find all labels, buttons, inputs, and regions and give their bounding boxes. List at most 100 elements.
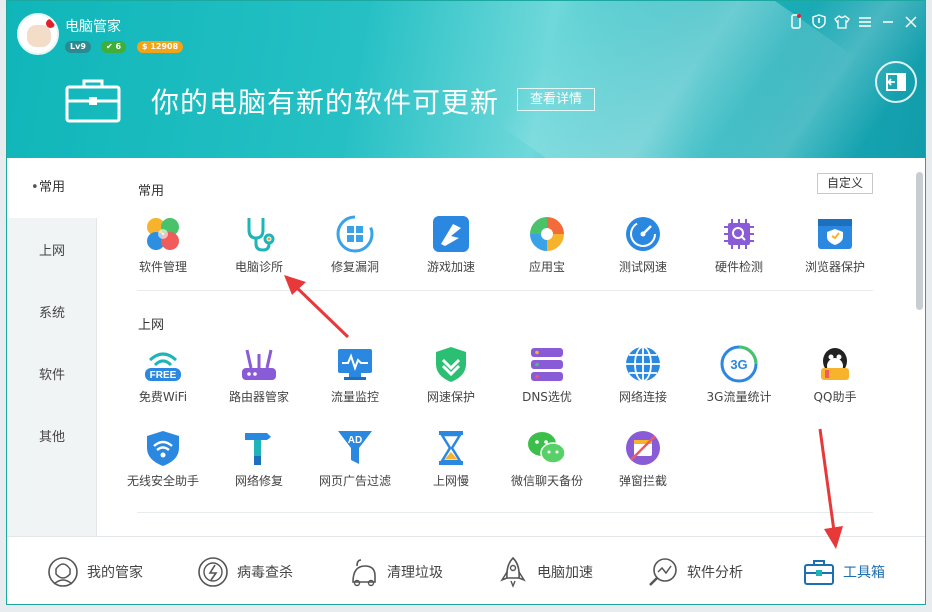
section-title-internet: 上网 bbox=[138, 318, 165, 333]
tool-label: 3G流量统计 bbox=[706, 390, 772, 404]
tool-label: 应用宝 bbox=[528, 260, 565, 274]
tool-network-connect[interactable]: 网络连接 bbox=[595, 344, 691, 414]
tool-label: QQ助手 bbox=[813, 390, 857, 404]
nav-label: 电脑加速 bbox=[537, 565, 593, 581]
tool-free-wifi[interactable]: FREE 免费WiFi bbox=[115, 344, 211, 414]
stethoscope-icon bbox=[247, 218, 275, 252]
3g-icon: 3G bbox=[720, 345, 758, 383]
tool-speed-test[interactable]: 测试网速 bbox=[595, 214, 691, 284]
tool-router-manager[interactable]: 路由器管家 bbox=[211, 344, 307, 414]
sidebar-item-software[interactable]: 软件 bbox=[7, 346, 97, 406]
chip-icon bbox=[724, 219, 754, 249]
tool-app-store[interactable]: 应用宝 bbox=[499, 214, 595, 284]
shield-icon[interactable] bbox=[810, 13, 827, 30]
tool-label: 浏览器保护 bbox=[804, 260, 865, 274]
free-wifi-icon: FREE bbox=[145, 352, 181, 381]
tool-label: 硬件检测 bbox=[714, 260, 763, 274]
tool-game-boost[interactable]: 游戏加速 bbox=[403, 214, 499, 284]
nav-virus-scan[interactable]: 病毒查杀 bbox=[197, 537, 293, 604]
avatar[interactable] bbox=[17, 13, 59, 55]
tool-popup-block[interactable]: 弹窗拦截 bbox=[595, 428, 691, 498]
main-window: 电脑管家 Lv9 ✔ 6 $ 12908 你的电脑有新的软件可更新 查看详情 •… bbox=[6, 0, 926, 605]
view-details-button[interactable]: 查看详情 bbox=[517, 88, 596, 111]
tool-label: 网络连接 bbox=[618, 390, 667, 404]
tool-fix-vulnerability[interactable]: 修复漏洞 bbox=[307, 214, 403, 284]
tool-ad-filter[interactable]: AD 网页广告过滤 bbox=[307, 428, 403, 498]
customize-button[interactable]: 自定义 bbox=[817, 173, 873, 194]
tool-label: 网络修复 bbox=[234, 474, 283, 488]
section-title-common: 常用 bbox=[138, 184, 165, 199]
tool-network-repair[interactable]: 网络修复 bbox=[211, 428, 307, 498]
sidebar-item-system[interactable]: 系统 bbox=[7, 284, 97, 344]
tool-speed-protect[interactable]: 网速保护 bbox=[403, 344, 499, 414]
tool-label: 上网慢 bbox=[432, 474, 469, 488]
free-tag: FREE bbox=[150, 370, 177, 381]
tool-browser-protect[interactable]: 浏览器保护 bbox=[787, 214, 883, 284]
avatar-face bbox=[27, 25, 51, 47]
tool-label: 弹窗拦截 bbox=[618, 474, 667, 488]
tool-wechat-backup[interactable]: 微信聊天备份 bbox=[499, 428, 595, 498]
tool-label: 微信聊天备份 bbox=[510, 474, 583, 488]
tool-pc-clinic[interactable]: 电脑诊所 bbox=[211, 214, 307, 284]
window-controls bbox=[787, 13, 919, 30]
game-boost-icon bbox=[433, 216, 469, 252]
tool-label: 修复漏洞 bbox=[330, 260, 379, 274]
tool-traffic-monitor[interactable]: 流量监控 bbox=[307, 344, 403, 414]
tool-dns-optimize[interactable]: DNS选优 bbox=[499, 344, 595, 414]
monitor-icon bbox=[338, 349, 372, 380]
rocket-icon bbox=[500, 556, 526, 588]
nav-label: 工具箱 bbox=[843, 565, 885, 581]
tool-3g-traffic[interactable]: 3G 3G流量统计 bbox=[691, 344, 787, 414]
tool-label: 免费WiFi bbox=[138, 390, 188, 404]
exit-button[interactable] bbox=[875, 61, 917, 103]
tool-slow-internet[interactable]: 上网慢 bbox=[403, 428, 499, 498]
nav-label: 病毒查杀 bbox=[237, 565, 293, 581]
tool-label: DNS选优 bbox=[522, 390, 572, 404]
qq-icon bbox=[821, 348, 849, 380]
scrollbar[interactable] bbox=[916, 172, 923, 310]
shirt-icon[interactable] bbox=[833, 13, 850, 30]
nav-toolbox[interactable]: 工具箱 bbox=[803, 537, 885, 604]
browser-shield-icon bbox=[818, 219, 852, 249]
analysis-icon bbox=[649, 558, 677, 586]
phone-icon[interactable] bbox=[787, 13, 804, 30]
nav-pc-speedup[interactable]: 电脑加速 bbox=[497, 537, 593, 604]
tool-software-manager[interactable]: 软件管理 bbox=[115, 214, 211, 284]
nav-clean-junk[interactable]: 清理垃圾 bbox=[347, 537, 443, 604]
coin-badge[interactable]: $ 12908 bbox=[137, 41, 184, 53]
tool-label: 网速保护 bbox=[426, 390, 475, 404]
tool-label: 网页广告过滤 bbox=[318, 474, 391, 488]
windows-repair-icon bbox=[336, 215, 374, 253]
app-store-icon bbox=[530, 217, 564, 251]
tool-label: 流量监控 bbox=[330, 390, 379, 404]
menu-icon[interactable] bbox=[856, 13, 873, 30]
tool-wifi-security[interactable]: 无线安全助手 bbox=[115, 428, 211, 498]
nav-label: 软件分析 bbox=[687, 565, 743, 581]
minimize-icon[interactable] bbox=[879, 13, 896, 30]
tool-hardware-check[interactable]: 硬件检测 bbox=[691, 214, 787, 284]
nav-my-butler[interactable]: 我的管家 bbox=[47, 537, 143, 604]
ad-filter-icon: AD bbox=[338, 431, 372, 464]
sidebar: 常用 上网 系统 软件 其他 bbox=[7, 158, 97, 536]
globe-icon bbox=[626, 346, 660, 382]
wechat-icon bbox=[528, 432, 566, 464]
close-icon[interactable] bbox=[902, 13, 919, 30]
nav-label: 我的管家 bbox=[87, 565, 143, 581]
sidebar-item-internet[interactable]: 上网 bbox=[7, 222, 97, 282]
level-badge[interactable]: Lv9 bbox=[65, 41, 91, 53]
section-divider bbox=[137, 290, 873, 291]
notification-dot bbox=[46, 19, 55, 28]
sidebar-item-common[interactable]: 常用 bbox=[7, 158, 97, 218]
banner-message: 你的电脑有新的软件可更新 bbox=[151, 86, 500, 119]
exit-icon bbox=[886, 73, 906, 91]
app-title: 电脑管家 bbox=[65, 19, 121, 35]
nav-software-analysis[interactable]: 软件分析 bbox=[647, 537, 743, 604]
vacuum-icon bbox=[352, 559, 376, 587]
tool-qq-assistant[interactable]: QQ助手 bbox=[787, 344, 883, 414]
clover-icon bbox=[147, 218, 179, 250]
ad-tag: AD bbox=[348, 435, 362, 446]
wifi-shield-icon bbox=[147, 431, 179, 466]
sidebar-item-other[interactable]: 其他 bbox=[7, 408, 97, 468]
hammer-icon bbox=[245, 433, 271, 465]
vip-badge[interactable]: ✔ 6 bbox=[101, 41, 127, 53]
